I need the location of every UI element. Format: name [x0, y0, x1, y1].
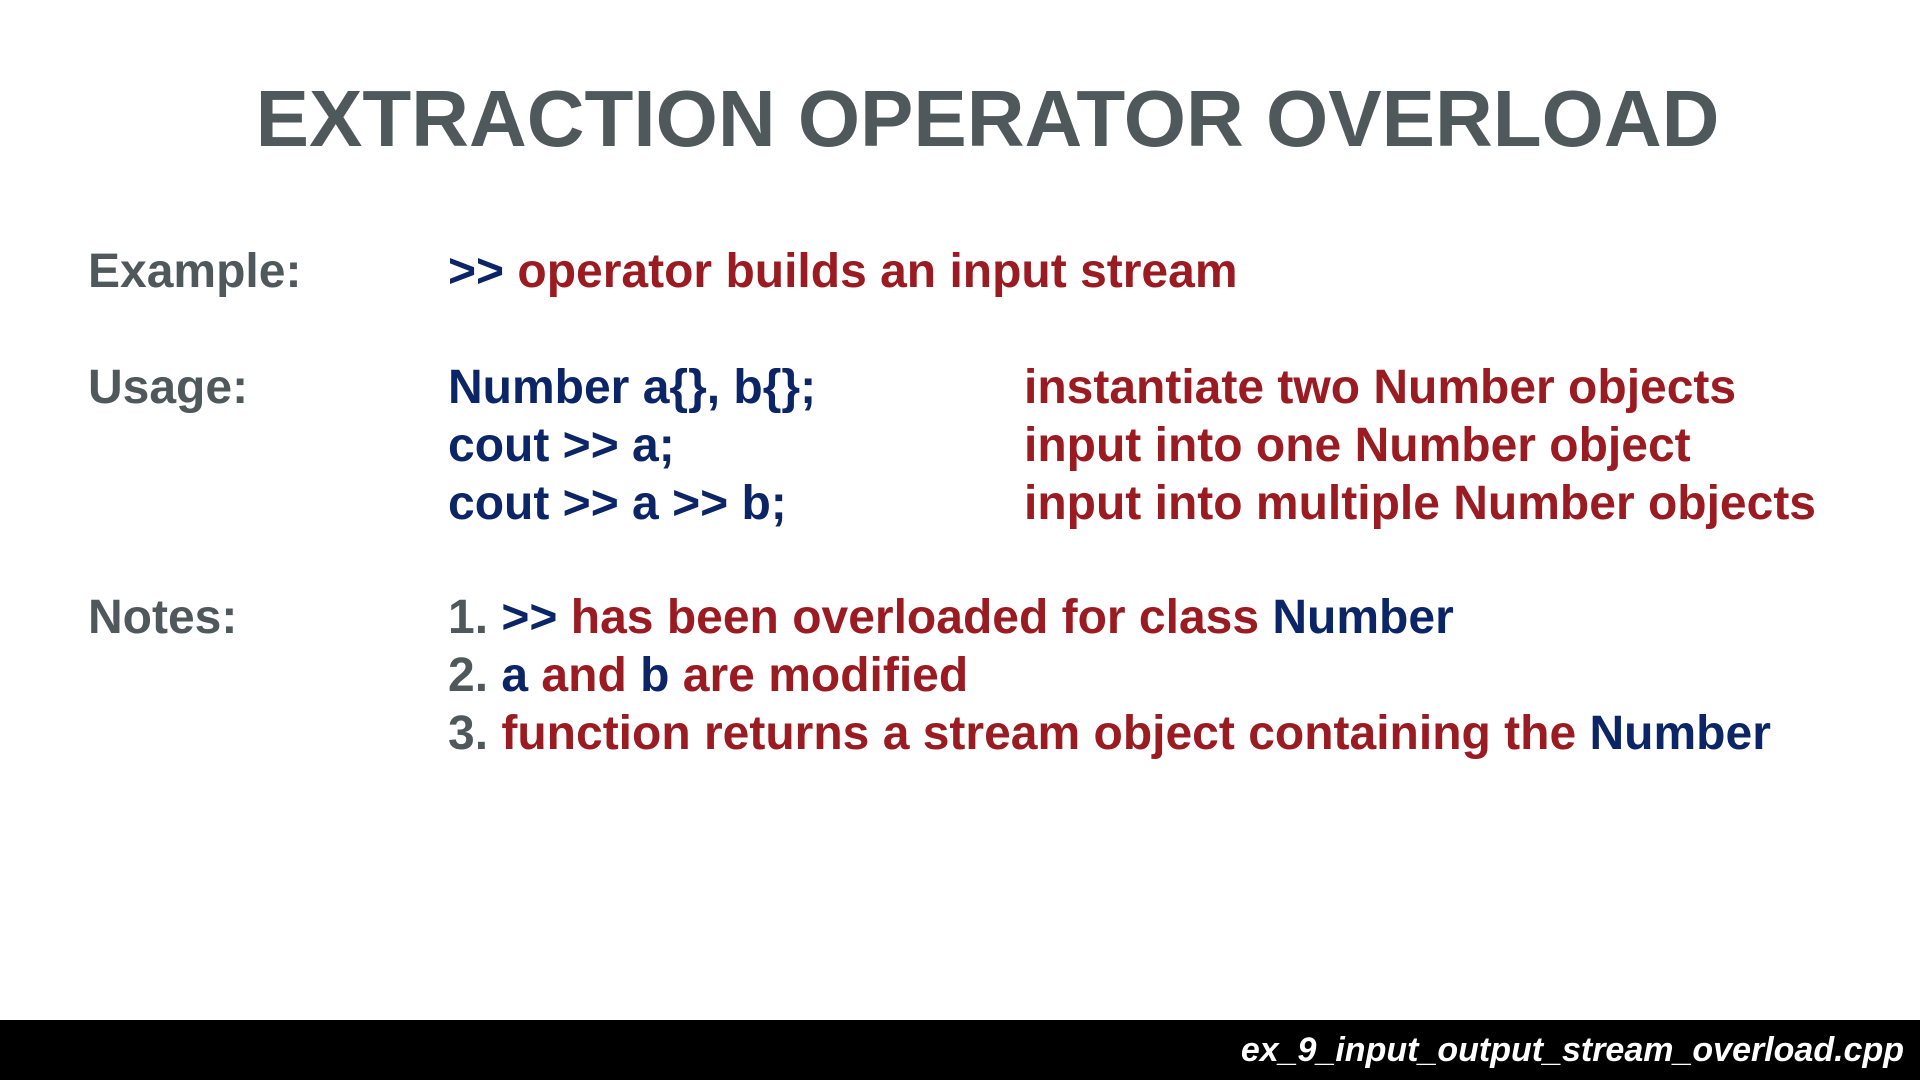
- note-number: 1.: [448, 591, 489, 644]
- note-item: 3. function returns a stream object cont…: [448, 705, 1771, 763]
- note-text: and: [541, 649, 627, 702]
- note-code: >>: [501, 591, 558, 644]
- note-code: Number: [1272, 591, 1454, 644]
- example-line: >> operator builds an input stream: [448, 243, 1238, 301]
- note-code: Number: [1589, 707, 1771, 760]
- usage-comment: input into multiple Number objects: [1024, 477, 1816, 530]
- footer-bar: ex_9_input_output_stream_overload.cpp: [0, 1020, 1920, 1080]
- note-item: 1. >> has been overloaded for class Numb…: [448, 589, 1454, 647]
- example-operator: >>: [448, 245, 505, 298]
- usage-comment: instantiate two Number objects: [1024, 361, 1737, 414]
- note-code: a: [501, 649, 529, 702]
- slide-title: EXTRACTION OPERATOR OVERLOAD: [255, 74, 1720, 163]
- note-code: b: [640, 649, 670, 702]
- usage-comment: input into one Number object: [1024, 419, 1691, 472]
- note-text: has been overloaded for class: [570, 591, 1260, 644]
- usage-code-line: Number a{}, b{};: [448, 361, 817, 414]
- notes-label: Notes:: [88, 591, 238, 644]
- footer-filename: ex_9_input_output_stream_overload.cpp: [1240, 1031, 1904, 1069]
- note-text: are modified: [682, 649, 969, 702]
- example-text: operator builds an input stream: [517, 245, 1238, 298]
- usage-label: Usage:: [88, 361, 249, 414]
- note-number: 3.: [448, 707, 489, 760]
- note-text: function returns a stream object contain…: [501, 707, 1577, 760]
- usage-code-line: cout >> a >> b;: [448, 477, 787, 530]
- note-number: 2.: [448, 649, 489, 702]
- usage-code-line: cout >> a;: [448, 419, 675, 472]
- note-item: 2. a and b are modified: [448, 647, 968, 705]
- example-label: Example:: [88, 245, 302, 298]
